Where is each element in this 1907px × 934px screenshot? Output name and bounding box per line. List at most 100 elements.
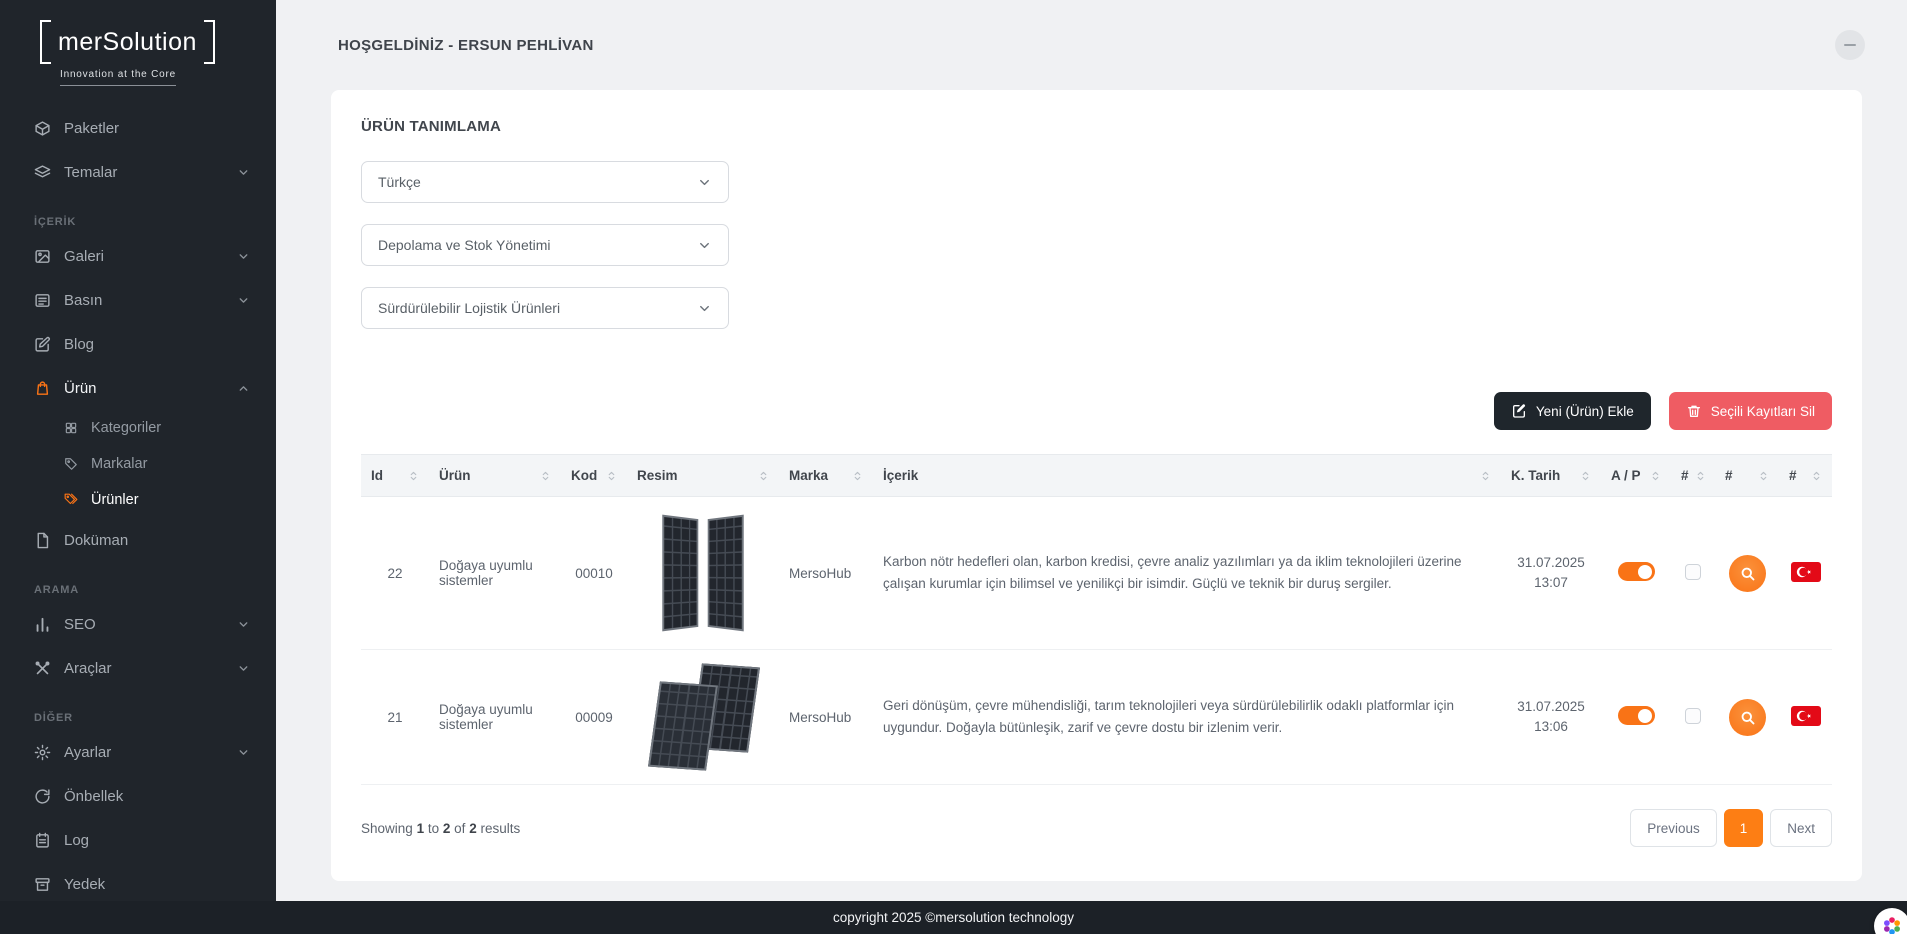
package-icon [34,120,51,137]
sidebar-item-log[interactable]: Log [0,818,276,862]
sort-icon [1480,469,1491,483]
sidebar: merSolution Innovation at the Core Paket… [0,0,276,934]
column-header-active[interactable]: A / P [1601,455,1671,497]
turkish-flag-icon[interactable] [1791,562,1821,582]
category-select[interactable]: Depolama ve Stok Yönetimi [361,224,729,266]
sidebar-item-blog[interactable]: Blog [0,322,276,366]
table-row: 21 Doğaya uyumlu sistemler 00009 MersoHu… [361,650,1832,785]
add-product-button[interactable]: Yeni (Ürün) Ekle [1494,392,1651,430]
sidebar-item-temalar[interactable]: Temalar [0,150,276,194]
sidebar-item-ayarlar[interactable]: Ayarlar [0,730,276,774]
column-header-detail[interactable]: # [1715,455,1779,497]
search-icon [1739,709,1756,726]
column-header-lang[interactable]: # [1779,455,1832,497]
column-header-kod[interactable]: Kod [561,455,627,497]
products-tags-icon [64,493,78,507]
turkish-flag-icon[interactable] [1791,706,1821,726]
sidebar-item-label: Log [64,832,89,849]
sidebar-item-label: Galeri [64,248,104,265]
language-select[interactable]: Türkçe [361,161,729,203]
row-checkbox[interactable] [1685,708,1701,724]
sidebar-item-markalar[interactable]: Markalar [0,446,276,482]
log-icon [34,832,51,849]
solar-panel-graphic [648,681,718,770]
welcome-text: HOŞGELDİNİZ - ERSUN PEHLİVAN [338,37,594,54]
date-value: 31.07.2025 [1511,697,1591,717]
sidebar-section-arama: ARAMA [0,562,276,602]
pagination: Previous 1 Next [1630,809,1832,847]
sidebar-item-yedek[interactable]: Yedek [0,862,276,906]
settings-gear-icon [34,744,51,761]
column-header-marka[interactable]: Marka [779,455,873,497]
chevron-down-icon [237,618,250,631]
cell-marka: MersoHub [779,650,873,785]
chevron-down-icon [237,662,250,675]
sidebar-item-urun[interactable]: Ürün [0,366,276,410]
product-image-solar-standing [637,512,769,634]
results-summary: Showing 1 to 2 of 2 results [361,821,520,836]
subcategory-select[interactable]: Sürdürülebilir Lojistik Ürünleri [361,287,729,329]
chevron-down-icon [237,746,250,759]
view-detail-button[interactable] [1729,555,1766,592]
sort-icon [1695,469,1706,483]
sidebar-item-paketler[interactable]: Paketler [0,106,276,150]
sidebar-item-kategoriler[interactable]: Kategoriler [0,410,276,446]
active-toggle[interactable] [1618,562,1655,581]
sidebar-item-araclar[interactable]: Araçlar [0,646,276,690]
view-detail-button[interactable] [1729,699,1766,736]
collapse-button[interactable] [1835,30,1865,60]
footer-bar: copyright 2025 ©mersolution technology [0,901,1907,934]
cell-resim [627,497,779,650]
page-title: ÜRÜN TANIMLAMA [331,90,1862,141]
gallery-icon [34,248,51,265]
app-root: merSolution Innovation at the Core Paket… [0,0,1907,934]
previous-page-button[interactable]: Previous [1630,809,1717,847]
sidebar-item-label: SEO [64,616,96,633]
sidebar-item-label: Temalar [64,164,117,181]
sidebar-item-onbellek[interactable]: Önbellek [0,774,276,818]
cell-icerik: Geri dönüşüm, çevre mühendisliği, tarım … [873,650,1501,785]
results-to: 2 [443,821,451,836]
themes-icon [34,164,51,181]
cache-refresh-icon [34,788,51,805]
delete-selected-button[interactable]: Seçili Kayıtları Sil [1669,392,1832,430]
column-header-id[interactable]: Id [361,455,429,497]
tools-icon [34,660,51,677]
app-logo[interactable]: merSolution Innovation at the Core [0,0,276,96]
cell-detail [1715,650,1779,785]
chat-widget-button[interactable] [1874,908,1907,934]
page-1-button[interactable]: 1 [1724,809,1764,847]
cell-id: 22 [361,497,429,650]
next-page-button[interactable]: Next [1770,809,1832,847]
press-icon [34,292,51,309]
sidebar-item-label: Doküman [64,532,128,549]
table-actions: Yeni (Ürün) Ekle Seçili Kayıtları Sil [331,350,1862,454]
sidebar-item-dokuman[interactable]: Doküman [0,518,276,562]
sidebar-item-label: Yedek [64,876,105,893]
sidebar-item-label: Markalar [91,456,147,472]
column-header-select[interactable]: # [1671,455,1715,497]
column-header-urun[interactable]: Ürün [429,455,561,497]
column-header-resim[interactable]: Resim [627,455,779,497]
cell-lang [1779,650,1832,785]
chevron-down-icon [237,166,250,179]
sidebar-item-basin[interactable]: Basın [0,278,276,322]
active-toggle[interactable] [1618,706,1655,725]
column-header-icerik[interactable]: İçerik [873,455,1501,497]
chevron-up-icon [237,382,250,395]
sidebar-item-seo[interactable]: SEO [0,602,276,646]
filters: Türkçe Depolama ve Stok Yönetimi Sürdürü… [331,141,1862,329]
sidebar-item-label: Paketler [64,120,119,137]
chevron-down-icon [697,301,712,316]
column-header-tarih[interactable]: K. Tarih [1501,455,1601,497]
sort-icon [758,469,769,483]
row-checkbox[interactable] [1685,564,1701,580]
cell-kod: 00009 [561,650,627,785]
sidebar-item-galeri[interactable]: Galeri [0,234,276,278]
logo-bracket-left [40,20,51,64]
sidebar-item-urunler[interactable]: Ürünler [0,482,276,518]
sort-icon [1650,469,1661,483]
logo-bracket-right [204,20,215,64]
solar-panel-graphic [662,515,698,632]
products-table: Id Ürün Kod Resim Marka İçerik K. Tarih … [361,454,1832,785]
